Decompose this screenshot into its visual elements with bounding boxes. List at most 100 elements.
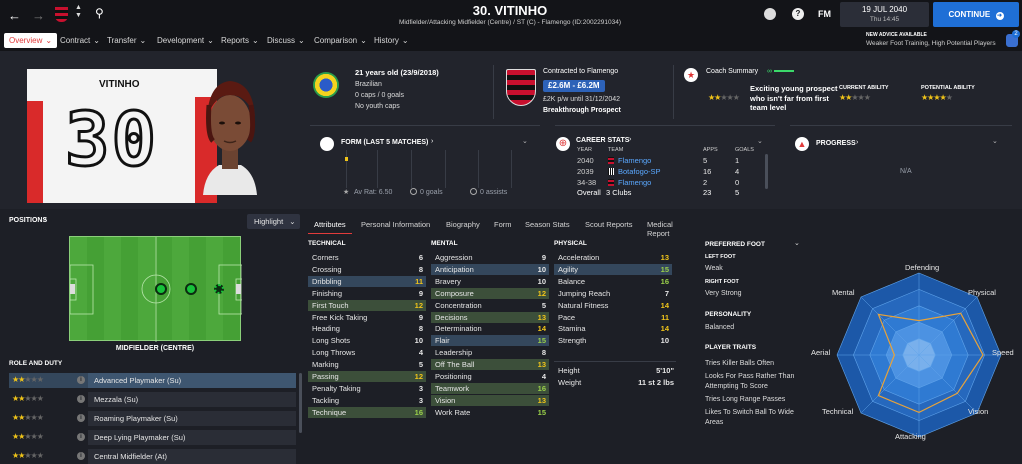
club-crest-large-icon[interactable] bbox=[506, 69, 536, 106]
advice-text[interactable]: Weaker Foot Training, High Potential Pla… bbox=[866, 40, 996, 47]
attribute-row[interactable]: Agility 15 bbox=[554, 263, 672, 275]
tab-form[interactable]: Form bbox=[494, 220, 512, 229]
role-row[interactable]: ★★★★★ i Deep Lying Playmaker (Su) bbox=[9, 430, 296, 445]
attribute-row[interactable]: Work Rate 15 bbox=[431, 407, 549, 418]
chevron-down-icon: ⌄ bbox=[45, 36, 53, 45]
career-scrollbar[interactable] bbox=[765, 154, 768, 189]
foot-expand-icon[interactable]: ⌄ bbox=[794, 239, 800, 247]
chevron-down-icon: ⌄ bbox=[401, 36, 409, 45]
nav-tab-discuss[interactable]: Discuss ⌄ bbox=[267, 33, 305, 48]
nav-tab-history[interactable]: History ⌄ bbox=[374, 33, 409, 48]
attribute-row[interactable]: Long Throws 4 bbox=[308, 347, 426, 358]
attribute-row[interactable]: Stamina 14 bbox=[554, 323, 672, 334]
attribute-row[interactable]: Long Shots 10 bbox=[308, 335, 426, 346]
roles-scrollbar[interactable] bbox=[299, 373, 302, 433]
attribute-row[interactable]: Composure 12 bbox=[431, 287, 549, 299]
attribute-row[interactable]: Heading 8 bbox=[308, 323, 426, 334]
nav-tab-transfer[interactable]: Transfer ⌄ bbox=[107, 33, 146, 48]
attribute-row[interactable]: Pace 11 bbox=[554, 312, 672, 323]
attribute-row[interactable]: Positioning 4 bbox=[431, 371, 549, 382]
tab-biography[interactable]: Biography bbox=[446, 220, 480, 229]
tab-personal-information[interactable]: Personal Information bbox=[361, 220, 430, 229]
attribute-row[interactable]: Concentration 5 bbox=[431, 300, 549, 311]
attribute-row[interactable]: Flair 15 bbox=[431, 335, 549, 347]
age-text: 21 years old (23/9/2018) bbox=[355, 68, 439, 77]
form-title[interactable]: FORM (LAST 5 MATCHES) bbox=[341, 139, 428, 146]
info-icon[interactable]: i bbox=[77, 414, 85, 422]
attribute-row[interactable]: Corners 6 bbox=[308, 252, 426, 263]
nav-tab-reports[interactable]: Reports ⌄ bbox=[221, 33, 259, 48]
career-team[interactable]: Flamengo bbox=[618, 155, 651, 166]
attribute-row[interactable]: Dribbling 11 bbox=[308, 275, 426, 287]
back-arrow-icon[interactable]: ← bbox=[8, 8, 21, 23]
attribute-row[interactable]: Free Kick Taking 9 bbox=[308, 312, 426, 323]
attribute-row[interactable]: Leadership 8 bbox=[431, 347, 549, 358]
world-icon[interactable] bbox=[764, 8, 776, 20]
nav-tab-overview[interactable]: Overview ⌄ bbox=[4, 33, 58, 48]
contract-text[interactable]: Contracted to Flamengo bbox=[543, 68, 618, 75]
attribute-value: 4 bbox=[541, 372, 546, 381]
fm-logo[interactable]: FM bbox=[818, 9, 831, 19]
attribute-row[interactable]: Crossing 8 bbox=[308, 264, 426, 275]
attribute-row[interactable]: Passing 12 bbox=[308, 371, 426, 382]
positions-title[interactable]: POSITIONS bbox=[9, 217, 47, 224]
chevron-updown-icon[interactable]: ▲ ▼ bbox=[75, 4, 82, 20]
page-title: 30. VITINHO bbox=[472, 3, 548, 18]
nav-tab-development[interactable]: Development ⌄ bbox=[157, 33, 214, 48]
attribute-row[interactable]: Strength 10 bbox=[554, 335, 672, 346]
info-icon[interactable]: i bbox=[77, 452, 85, 460]
club-crest-icon[interactable] bbox=[55, 7, 68, 22]
progress-expand-icon[interactable]: ⌄ bbox=[992, 137, 998, 145]
role-row[interactable]: ★★★★★ i Mezzala (Su) bbox=[9, 392, 296, 407]
tab-medical-report[interactable]: Medical Report bbox=[647, 220, 690, 238]
search-icon[interactable]: ⚲ bbox=[95, 6, 104, 20]
info-icon[interactable]: i bbox=[77, 395, 85, 403]
table-row[interactable]: 2040 Flamengo 5 1 bbox=[577, 155, 747, 166]
attribute-row[interactable]: Tackling 3 bbox=[308, 395, 426, 406]
tab-scout-reports[interactable]: Scout Reports bbox=[585, 220, 633, 229]
info-icon[interactable]: i bbox=[77, 376, 85, 384]
pitch bbox=[69, 236, 242, 342]
career-stats-title[interactable]: CAREER STATS bbox=[576, 137, 629, 144]
attribute-row[interactable]: Technique 16 bbox=[308, 406, 426, 418]
nav-tab-contract[interactable]: Contract ⌄ bbox=[60, 33, 100, 48]
role-row[interactable]: ★★★★★ i Roaming Playmaker (Su) bbox=[9, 411, 296, 426]
attribute-row[interactable]: Off The Ball 13 bbox=[431, 359, 549, 371]
attribute-row[interactable]: Bravery 10 bbox=[431, 276, 549, 287]
career-expand-icon[interactable]: ⌄ bbox=[757, 137, 763, 145]
attribute-row[interactable]: Teamwork 16 bbox=[431, 382, 549, 394]
pa-label: POTENTIAL ABILITY bbox=[921, 85, 975, 91]
career-team[interactable]: Botafogo-SP bbox=[618, 166, 661, 177]
attribute-value: 10 bbox=[660, 336, 669, 346]
forward-arrow-icon[interactable]: → bbox=[32, 8, 45, 23]
attribute-row[interactable]: Determination 14 bbox=[431, 323, 549, 334]
help-icon[interactable]: ? bbox=[792, 8, 804, 20]
highlight-dropdown[interactable]: Highlight ⌄ bbox=[247, 214, 300, 229]
tab-attributes[interactable]: Attributes bbox=[314, 220, 346, 229]
attribute-row[interactable]: Anticipation 10 bbox=[431, 263, 549, 275]
attribute-row[interactable]: Acceleration 13 bbox=[554, 252, 672, 263]
attribute-row[interactable]: Jumping Reach 7 bbox=[554, 288, 672, 299]
date-box[interactable]: 19 JUL 2040 Thu 14:45 bbox=[840, 2, 929, 27]
progress-title[interactable]: PROGRESS bbox=[816, 140, 856, 147]
career-overall-row: Overall 3 Clubs 23 5 bbox=[577, 187, 747, 198]
nav-tab-comparison[interactable]: Comparison ⌄ bbox=[314, 33, 367, 48]
info-icon[interactable]: i bbox=[77, 433, 85, 441]
attribute-row[interactable]: First Touch 12 bbox=[308, 299, 426, 311]
attribute-row[interactable]: Marking 5 bbox=[308, 359, 426, 370]
attribute-row[interactable]: Penalty Taking 3 bbox=[308, 383, 426, 394]
continue-button[interactable]: CONTINUE ➜ bbox=[933, 2, 1019, 27]
attribute-row[interactable]: Balance 16 bbox=[554, 276, 672, 287]
table-row[interactable]: 2039 Botafogo-SP 16 4 bbox=[577, 166, 747, 177]
form-expand-icon[interactable]: ⌄ bbox=[522, 137, 528, 145]
nationality-text[interactable]: Brazilian bbox=[355, 81, 382, 88]
attribute-row[interactable]: Natural Fitness 14 bbox=[554, 300, 672, 311]
tab-season-stats[interactable]: Season Stats bbox=[525, 220, 570, 229]
player-portrait-card: VITINHO 30 bbox=[27, 69, 217, 203]
attribute-row[interactable]: Aggression 9 bbox=[431, 252, 549, 263]
attribute-row[interactable]: Vision 13 bbox=[431, 394, 549, 406]
role-row[interactable]: ★★★★★ i Advanced Playmaker (Su) bbox=[9, 373, 296, 388]
attribute-row[interactable]: Finishing 9 bbox=[308, 288, 426, 299]
attribute-row[interactable]: Decisions 13 bbox=[431, 311, 549, 323]
coach-summary-title[interactable]: Coach Summary bbox=[706, 68, 758, 75]
